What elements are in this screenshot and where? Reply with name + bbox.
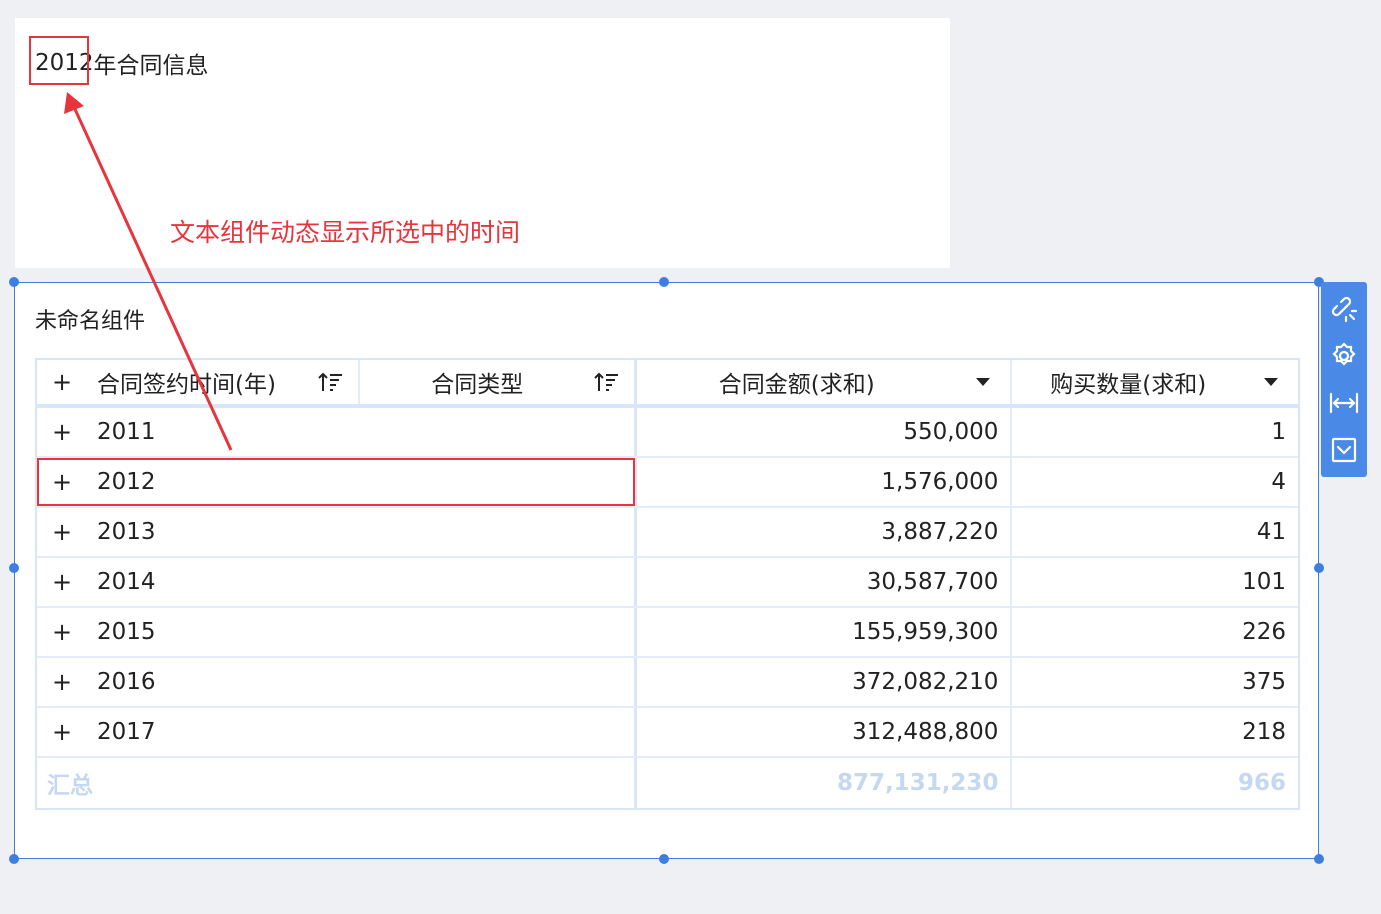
fit-width-icon[interactable] xyxy=(1326,383,1362,424)
resize-handle-left[interactable] xyxy=(9,563,19,573)
total-row: 汇总 877,131,230 966 xyxy=(37,758,1298,808)
year-cell[interactable]: +2012 xyxy=(37,458,634,506)
header-label-quantity: 购买数量(求和) xyxy=(1050,372,1207,398)
quantity-cell: 375 xyxy=(1010,658,1298,706)
year-cell[interactable]: +2014 xyxy=(37,558,634,606)
quantity-cell: 226 xyxy=(1010,608,1298,656)
expand-icon[interactable]: + xyxy=(49,518,75,546)
gear-icon[interactable] xyxy=(1326,335,1362,376)
quantity-cell: 101 xyxy=(1010,558,1298,606)
amount-cell: 3,887,220 xyxy=(634,508,1010,556)
year-value: 2015 xyxy=(97,619,156,645)
quantity-cell: 4 xyxy=(1010,458,1298,506)
widget-toolbar xyxy=(1321,282,1367,477)
resize-handle-top-left[interactable] xyxy=(9,277,19,287)
year-highlight-box xyxy=(29,36,89,85)
header-label-contract-type: 合同类型 xyxy=(431,372,524,398)
amount-cell: 1,576,000 xyxy=(634,458,1010,506)
table-widget-title: 未命名组件 xyxy=(35,309,146,334)
expand-all-icon[interactable]: + xyxy=(49,368,75,396)
amount-cell: 30,587,700 xyxy=(634,558,1010,606)
resize-handle-top[interactable] xyxy=(659,277,669,287)
expand-icon[interactable]: + xyxy=(49,568,75,596)
table-row[interactable]: +2017 312,488,800 218 xyxy=(37,708,1298,758)
link-icon[interactable] xyxy=(1326,288,1362,329)
amount-cell: 550,000 xyxy=(634,408,1010,456)
amount-cell: 312,488,800 xyxy=(634,708,1010,756)
resize-handle-bottom[interactable] xyxy=(659,854,669,864)
resize-handle-bottom-left[interactable] xyxy=(9,854,19,864)
expand-icon[interactable]: + xyxy=(49,668,75,696)
sort-asc-icon[interactable] xyxy=(318,371,344,393)
total-quantity: 966 xyxy=(1010,758,1298,808)
resize-handle-right[interactable] xyxy=(1314,563,1324,573)
year-value: 2016 xyxy=(97,669,156,695)
dropdown-icon[interactable] xyxy=(976,378,991,386)
year-value: 2013 xyxy=(97,519,156,545)
table-row[interactable]: +2015 155,959,300 226 xyxy=(37,608,1298,658)
quantity-cell: 218 xyxy=(1010,708,1298,756)
sort-asc-icon[interactable] xyxy=(594,371,620,393)
year-value: 2014 xyxy=(97,569,156,595)
expand-icon[interactable]: + xyxy=(49,468,75,496)
table-row[interactable]: +2013 3,887,220 41 xyxy=(37,508,1298,558)
year-value: 2011 xyxy=(97,419,156,445)
table-row[interactable]: +2011 550,000 1 xyxy=(37,408,1298,458)
expand-icon[interactable]: + xyxy=(49,618,75,646)
table-row[interactable]: +2014 30,587,700 101 xyxy=(37,558,1298,608)
title-suffix: 年合同信息 xyxy=(93,53,209,79)
year-value: 2012 xyxy=(97,469,156,495)
year-cell[interactable]: +2015 xyxy=(37,608,634,656)
total-label: 汇总 xyxy=(47,773,93,799)
header-cell-signing-year: + 合同签约时间(年) xyxy=(37,360,358,404)
year-cell[interactable]: +2017 xyxy=(37,708,634,756)
table-widget[interactable]: 未命名组件 + 合同签约时间(年) 合同类型 合同金额(求和) 购买数量(求和)… xyxy=(14,282,1319,859)
header-label-amount: 合同金额(求和) xyxy=(718,372,875,398)
annotation-text: 文本组件动态显示所选中的时间 xyxy=(170,218,521,247)
table-header-row: + 合同签约时间(年) 合同类型 合同金额(求和) 购买数量(求和) xyxy=(37,358,1298,408)
amount-cell: 155,959,300 xyxy=(634,608,1010,656)
amount-cell: 372,082,210 xyxy=(634,658,1010,706)
dropdown-icon[interactable] xyxy=(1264,378,1278,386)
resize-handle-bottom-right[interactable] xyxy=(1314,854,1324,864)
quantity-cell: 1 xyxy=(1010,408,1298,456)
year-value: 2017 xyxy=(97,719,156,745)
collapse-icon[interactable] xyxy=(1326,430,1362,471)
table-row[interactable]: +2016 372,082,210 375 xyxy=(37,658,1298,708)
total-amount: 877,131,230 xyxy=(634,758,1010,808)
header-label-signing-year: 合同签约时间(年) xyxy=(97,372,276,398)
header-cell-contract-type: 合同类型 xyxy=(358,360,634,404)
header-cell-amount: 合同金额(求和) xyxy=(634,360,1010,404)
expand-icon[interactable]: + xyxy=(49,418,75,446)
expand-icon[interactable]: + xyxy=(49,718,75,746)
year-cell[interactable]: +2011 xyxy=(37,408,634,456)
header-cell-quantity: 购买数量(求和) xyxy=(1010,360,1298,404)
quantity-cell: 41 xyxy=(1010,508,1298,556)
pivot-table: + 合同签约时间(年) 合同类型 合同金额(求和) 购买数量(求和) + 201… xyxy=(35,358,1300,810)
table-row[interactable]: +2012 1,576,000 4 xyxy=(37,458,1298,508)
year-cell[interactable]: +2013 xyxy=(37,508,634,556)
year-cell[interactable]: +2016 xyxy=(37,658,634,706)
